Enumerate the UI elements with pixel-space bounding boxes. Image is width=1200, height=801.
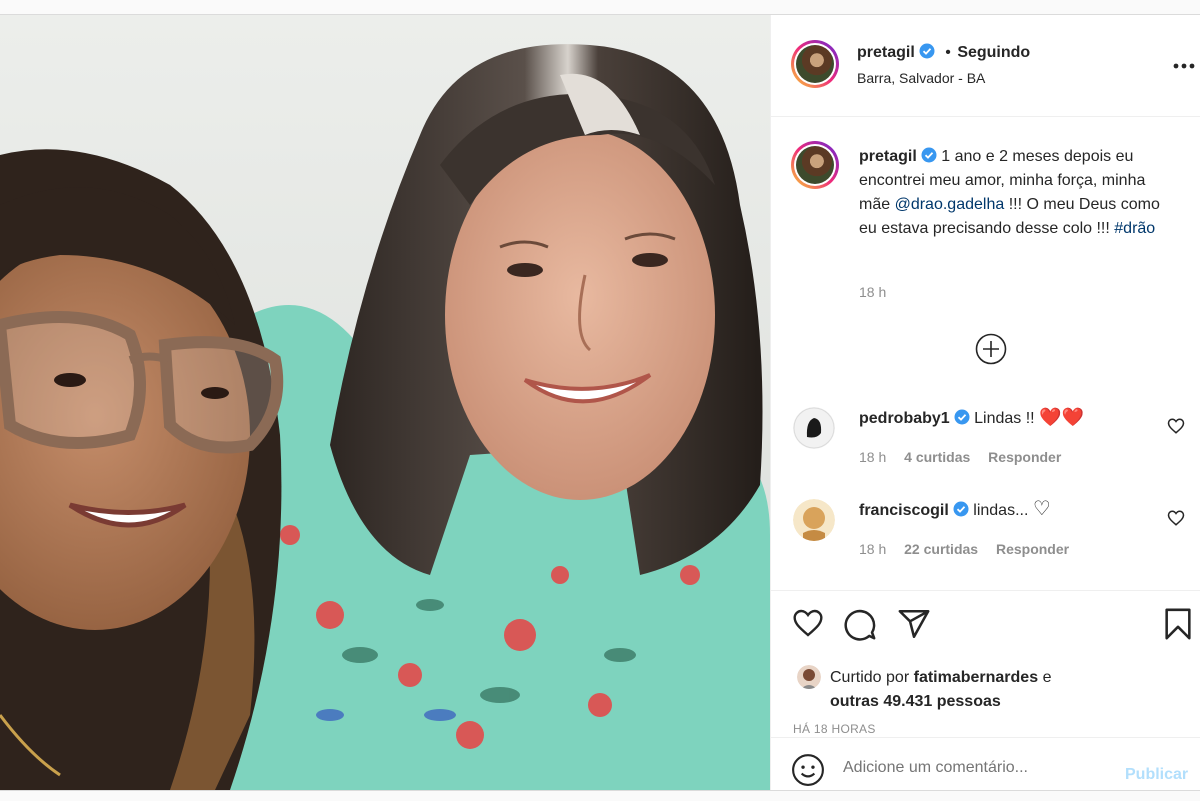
- caption-username[interactable]: pretagil: [859, 148, 917, 165]
- liked-by-conjunction: e: [1042, 669, 1052, 686]
- comment-meta: 18 h 22 curtidas Responder: [859, 541, 1083, 557]
- verified-badge-icon: [919, 43, 935, 59]
- comment-item: pedrobaby1 Lindas !! ❤️❤️ 18 h 4 curtida…: [793, 407, 1193, 477]
- publish-comment-button[interactable]: Publicar: [1125, 766, 1188, 784]
- post-photo[interactable]: [0, 15, 770, 790]
- verified-badge-icon: [954, 409, 970, 425]
- liked-by-prefix: Curtido por: [830, 669, 910, 686]
- caption-hashtag-link[interactable]: #drão: [1114, 220, 1155, 237]
- author-line: pretagil • Seguindo: [857, 43, 1030, 62]
- comment-time[interactable]: 18 h: [859, 541, 886, 557]
- author-username[interactable]: pretagil: [857, 44, 915, 61]
- emoji-smiley-icon[interactable]: [791, 753, 825, 787]
- browser-bottom-strip: [0, 790, 1200, 801]
- comment-body: franciscogil lindas... ♡: [859, 499, 1159, 521]
- comment-like-heart-icon[interactable]: [1167, 509, 1185, 527]
- add-comment-input[interactable]: [841, 752, 1115, 784]
- post-header: pretagil • Seguindo Barra, Salvador - BA: [771, 15, 1200, 117]
- liked-by-username[interactable]: fatimabernardes: [914, 669, 1039, 686]
- comment-reply-button[interactable]: Responder: [988, 449, 1061, 465]
- comment-meta: 18 h 4 curtidas Responder: [859, 449, 1075, 465]
- liked-by-others-link[interactable]: outras 49.431 pessoas: [830, 693, 1001, 710]
- separator: •: [945, 44, 951, 61]
- liker-avatar[interactable]: [797, 665, 821, 689]
- photo-illustration: [0, 15, 770, 790]
- caption: pretagil 1 ano e 2 meses depois eu encon…: [859, 145, 1177, 241]
- caption-avatar[interactable]: [791, 141, 839, 189]
- verified-badge-icon: [953, 501, 969, 517]
- comment-likes-count[interactable]: 4 curtidas: [904, 449, 970, 465]
- add-comment-bar: Publicar: [771, 737, 1200, 791]
- comment-likes-count[interactable]: 22 curtidas: [904, 541, 978, 557]
- comment-username[interactable]: pedrobaby1: [859, 410, 950, 427]
- post-details-panel: pretagil • Seguindo Barra, Salvador - BA…: [770, 15, 1200, 790]
- save-bookmark-icon[interactable]: [1163, 607, 1193, 641]
- follow-status-button[interactable]: Seguindo: [957, 44, 1030, 61]
- plus-circle-icon[interactable]: [975, 333, 1007, 365]
- comment-body: pedrobaby1 Lindas !! ❤️❤️: [859, 407, 1159, 429]
- caption-mention-link[interactable]: @drao.gadelha: [895, 196, 1005, 213]
- comment-text: lindas...: [973, 502, 1029, 519]
- comment-time[interactable]: 18 h: [859, 449, 886, 465]
- more-horizontal-icon[interactable]: [1173, 63, 1195, 69]
- red-heart-emoji: ❤️❤️: [1039, 407, 1084, 427]
- comment-text: Lindas !!: [974, 410, 1035, 427]
- post-location[interactable]: Barra, Salvador - BA: [857, 70, 985, 86]
- comment-avatar[interactable]: [793, 407, 835, 449]
- comment-item: franciscogil lindas... ♡ 18 h 22 curtida…: [793, 499, 1193, 569]
- comment-avatar[interactable]: [793, 499, 835, 541]
- comment-reply-button[interactable]: Responder: [996, 541, 1069, 557]
- browser-top-strip: [0, 0, 1200, 15]
- white-heart-emoji: ♡: [1032, 498, 1051, 520]
- likes-summary: Curtido por fatimabernardes e outras 49.…: [830, 666, 1170, 714]
- share-direct-icon[interactable]: [897, 607, 931, 641]
- comment-like-heart-icon[interactable]: [1167, 417, 1185, 435]
- verified-badge-icon: [921, 147, 937, 163]
- author-avatar[interactable]: [791, 40, 839, 88]
- caption-time[interactable]: 18 h: [859, 284, 886, 300]
- comment-username[interactable]: franciscogil: [859, 502, 949, 519]
- like-heart-icon[interactable]: [791, 607, 825, 639]
- comment-bubble-icon[interactable]: [843, 607, 877, 641]
- post-timestamp[interactable]: HÁ 18 HORAS: [793, 722, 876, 736]
